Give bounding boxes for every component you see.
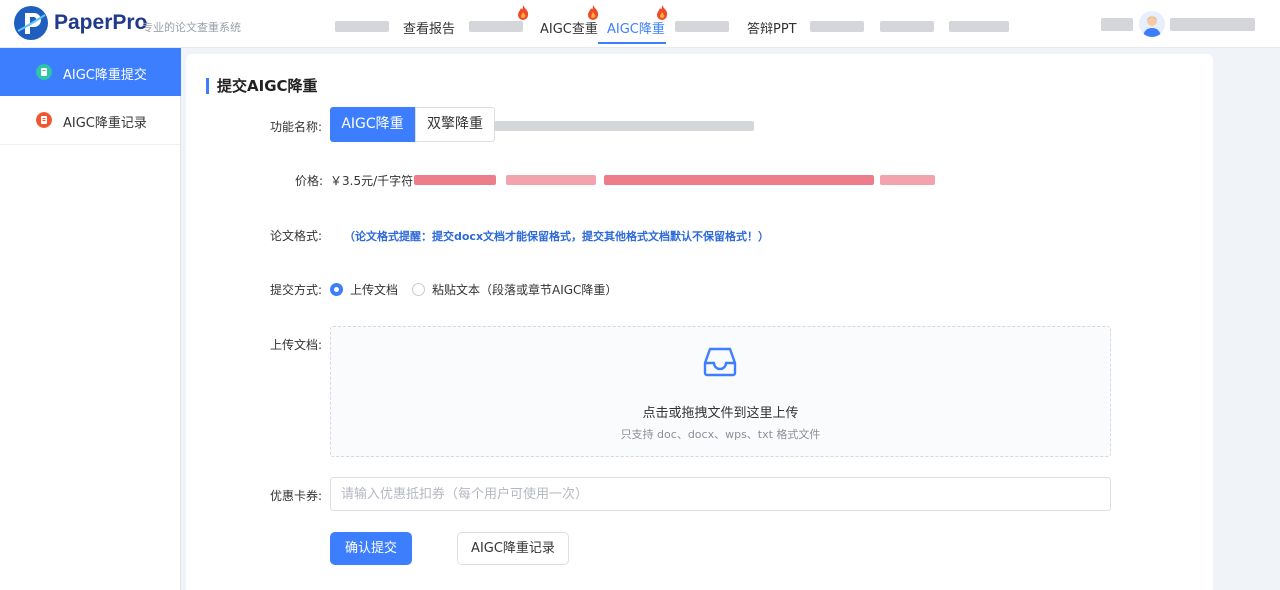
coupon-input[interactable]: [330, 477, 1111, 511]
user-avatar-icon: [1143, 16, 1161, 37]
document-record-icon: [36, 112, 52, 128]
price-note-blurred: [506, 175, 596, 185]
upload-label: 上传文档:: [270, 338, 323, 352]
inbox-upload-icon: [703, 347, 737, 377]
function-description-blurred: [494, 121, 754, 131]
radio-upload-document[interactable]: [330, 283, 343, 296]
main-panel: 提交AIGC降重 功能名称: AIGC降重 双擎降重 价格: ￥3.5元/千字符…: [186, 54, 1213, 590]
sidebar-item-aigc-submit[interactable]: AIGC降重提交: [0, 48, 181, 96]
hot-fire-icon: [588, 5, 599, 20]
format-label: 论文格式:: [270, 229, 323, 243]
nav-item-blurred[interactable]: [880, 21, 934, 32]
submit-method-label: 提交方式:: [270, 283, 323, 297]
active-nav-underline: [598, 42, 666, 44]
nav-item-blurred[interactable]: [675, 21, 729, 32]
nav-item-blurred[interactable]: [335, 21, 389, 32]
nav-item-defense-ppt[interactable]: 答辩PPT: [747, 18, 797, 37]
sidebar-divider: [0, 144, 180, 145]
upload-format-hint: 只支持 doc、docx、wps、txt 格式文件: [620, 428, 821, 441]
sidebar-item-label: AIGC降重记录: [63, 116, 147, 131]
price-value: ￥3.5元/千字符: [330, 174, 414, 188]
price-note-blurred: [604, 175, 874, 185]
document-submit-icon: [36, 64, 52, 80]
sidebar-item-label: AIGC降重提交: [63, 68, 147, 83]
upload-dropzone[interactable]: 点击或拖拽文件到这里上传 只支持 doc、docx、wps、txt 格式文件: [330, 326, 1111, 457]
function-option-aigc-reduce[interactable]: AIGC降重: [330, 107, 415, 142]
paperpro-logo-icon[interactable]: [12, 4, 50, 42]
nav-item-aigc-check[interactable]: AIGC查重: [540, 18, 598, 37]
aigc-records-button[interactable]: AIGC降重记录: [457, 532, 569, 565]
nav-item-aigc-reduce[interactable]: AIGC降重: [607, 18, 665, 37]
sidebar: AIGC降重提交 AIGC降重记录: [0, 48, 181, 590]
nav-item-blurred[interactable]: [949, 21, 1009, 32]
user-name-blurred[interactable]: [1170, 18, 1255, 31]
price-note-blurred: [414, 175, 496, 185]
coupon-label: 优惠卡券:: [270, 489, 323, 503]
radio-label-upload[interactable]: 上传文档: [350, 281, 398, 298]
hot-fire-icon: [657, 5, 668, 20]
nav-item-view-report[interactable]: 查看报告: [403, 18, 455, 37]
format-tip: （论文格式提醒：提交docx文档才能保留格式，提交其他格式文档默认不保留格式！）: [344, 230, 770, 243]
nav-item-blurred[interactable]: [469, 21, 523, 32]
radio-label-paste[interactable]: 粘贴文本（段落或章节AIGC降重）: [432, 281, 617, 298]
nav-item-blurred[interactable]: [810, 21, 864, 32]
user-avatar[interactable]: [1139, 11, 1165, 37]
top-navigation-bar: PaperPro 专业的论文查重系统 查看报告 AIGC查重 AIGC降重 答辩…: [0, 0, 1280, 48]
sidebar-item-aigc-records[interactable]: AIGC降重记录: [0, 96, 181, 144]
confirm-submit-button[interactable]: 确认提交: [330, 532, 412, 565]
hot-fire-icon: [518, 5, 529, 20]
brand-slogan: 专业的论文查重系统: [142, 21, 241, 34]
price-note-blurred: [880, 175, 935, 185]
upload-instruction: 点击或拖拽文件到这里上传: [642, 406, 799, 421]
function-label: 功能名称:: [270, 120, 323, 134]
page-title: 提交AIGC降重: [206, 78, 318, 94]
function-option-dual-reduce[interactable]: 双擎降重: [415, 107, 495, 142]
brand-name[interactable]: PaperPro: [54, 11, 147, 35]
user-info-blurred[interactable]: [1101, 18, 1133, 31]
price-label: 价格:: [295, 174, 324, 188]
radio-paste-text[interactable]: [412, 283, 425, 296]
